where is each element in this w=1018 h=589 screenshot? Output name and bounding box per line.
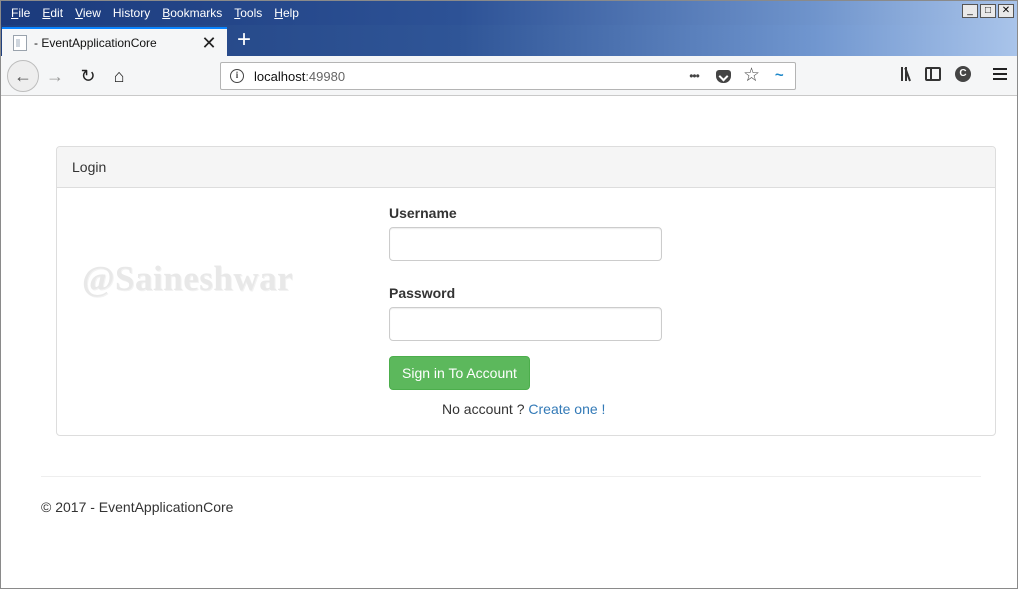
address-bar[interactable]: i localhost:49980 ••• ☆ ~: [220, 62, 796, 90]
create-account-link[interactable]: Create one !: [528, 401, 605, 417]
url-port: :49980: [305, 69, 346, 84]
menu-view[interactable]: View: [69, 5, 107, 21]
no-account-label: No account ?: [442, 401, 525, 417]
menu-file[interactable]: File: [5, 5, 36, 21]
page-content: Login @Saineshwar Username Password Sign…: [1, 96, 1017, 588]
toolbar-right: C: [901, 66, 1007, 82]
menu-bar: File Edit View History Bookmarks Tools H…: [5, 5, 305, 21]
pocket-icon[interactable]: [716, 69, 731, 83]
no-account-text: No account ? Create one !: [442, 401, 605, 417]
site-info-icon[interactable]: i: [230, 69, 244, 83]
menu-help-mnemonic: H: [274, 6, 283, 20]
tab-strip: - EventApplicationCore ✕ +: [1, 25, 1017, 56]
title-bar: File Edit View History Bookmarks Tools H…: [1, 1, 1017, 25]
menu-tools[interactable]: Tools: [228, 5, 268, 21]
username-label: Username: [389, 205, 457, 221]
sidebar-icon[interactable]: [925, 67, 941, 81]
sync-icon[interactable]: C: [955, 66, 971, 82]
menu-file-label: ile: [18, 6, 31, 20]
url-host: localhost: [254, 69, 306, 84]
forward-arrow-icon[interactable]: →: [39, 60, 71, 92]
login-heading: Login: [57, 147, 995, 188]
tab-close-icon[interactable]: ✕: [200, 34, 218, 52]
password-input[interactable]: [389, 307, 662, 341]
username-input[interactable]: [389, 227, 662, 261]
menu-help[interactable]: Help: [268, 5, 305, 21]
footer-divider: [41, 476, 981, 477]
home-icon[interactable]: ⌂: [103, 60, 135, 92]
menu-edit-label: dit: [50, 6, 64, 20]
close-window-button[interactable]: ✕: [998, 4, 1014, 18]
new-tab-icon[interactable]: +: [233, 28, 255, 52]
menu-view-mnemonic: V: [75, 6, 83, 20]
login-panel: Login @Saineshwar Username Password Sign…: [56, 146, 996, 436]
watermark: @Saineshwar: [82, 259, 294, 298]
browser-window: File Edit View History Bookmarks Tools H…: [0, 0, 1018, 589]
menu-history-label: History: [112, 6, 151, 20]
maximize-button[interactable]: □: [980, 4, 996, 18]
extension-icon[interactable]: ~: [771, 67, 787, 85]
password-label: Password: [389, 285, 456, 301]
url-actions: ••• ☆ ~: [684, 66, 787, 85]
menu-help-label: elp: [282, 6, 299, 20]
tab-event-application[interactable]: - EventApplicationCore ✕: [2, 27, 227, 56]
menu-bookmarks-label: ookmarks: [170, 6, 223, 20]
menu-view-label: iew: [82, 6, 101, 20]
page-favicon-icon: [13, 34, 27, 51]
minimize-button[interactable]: _: [962, 4, 978, 18]
menu-history[interactable]: History: [107, 5, 156, 21]
footer-text: © 2017 - EventApplicationCore: [41, 499, 234, 515]
reload-icon[interactable]: ↻: [72, 60, 104, 92]
bookmark-star-icon[interactable]: ☆: [743, 66, 760, 85]
library-icon[interactable]: [901, 67, 911, 82]
back-arrow-icon[interactable]: ←: [7, 60, 39, 92]
page-actions-icon[interactable]: •••: [684, 67, 704, 85]
url-text[interactable]: localhost:49980: [254, 69, 345, 84]
menu-tools-label: ools: [240, 6, 263, 20]
window-controls: _ □ ✕: [962, 4, 1014, 18]
sign-in-button[interactable]: Sign in To Account: [389, 356, 530, 390]
menu-edit[interactable]: Edit: [36, 5, 69, 21]
tab-title: - EventApplicationCore: [34, 35, 157, 50]
navigation-bar: ← → ↻ ⌂ i localhost:49980 ••• ☆ ~ C: [1, 56, 1017, 96]
login-form: Username Password Sign in To Account: [389, 205, 662, 390]
menu-bookmarks[interactable]: Bookmarks: [156, 5, 228, 21]
menu-hamburger-icon[interactable]: [993, 68, 1007, 80]
